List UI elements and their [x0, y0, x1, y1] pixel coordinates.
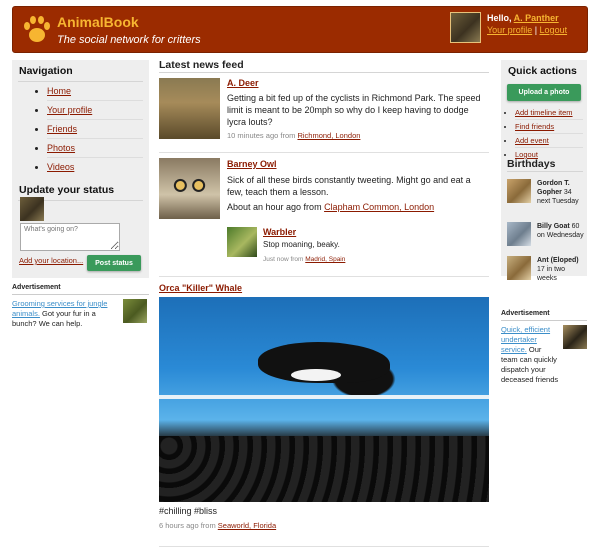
birthdays-heading: Birthdays [507, 158, 556, 170]
nav-link[interactable]: Friends [47, 124, 77, 134]
whale-belly [291, 368, 341, 382]
site-header: AnimalBook The social network for critte… [12, 6, 588, 53]
post-divider [159, 546, 489, 547]
upload-photo-button[interactable]: Upload a photo [507, 84, 581, 101]
post-location-link[interactable]: Richmond, London [297, 131, 360, 140]
post-author-link[interactable]: Barney Owl [227, 159, 277, 169]
right-advertisement: Advertisement Quick, efficient undertake… [501, 310, 587, 385]
post-location-link[interactable]: Clapham Common, London [324, 202, 434, 212]
right-sidebar: Quick actions Upload a photo Add timelin… [501, 60, 587, 282]
post-meta: 10 minutes ago from Richmond, London [227, 131, 360, 140]
birthday-name: Billy Goat [537, 223, 570, 230]
post-text: Sick of all these birds constantly tweet… [227, 175, 471, 197]
post-meta: 6 hours ago from Seaworld, Florida [159, 521, 276, 530]
left-sidebar: Navigation Home Your profile Friends Pho… [12, 60, 149, 278]
quick-action-link[interactable]: Add timeline item [515, 108, 573, 117]
navigation-list: Home Your profile Friends Photos Videos [18, 81, 143, 176]
pool-edge [159, 395, 489, 400]
nav-link[interactable]: Home [47, 86, 71, 96]
your-profile-link[interactable]: Your profile [487, 25, 532, 35]
nav-item-friends: Friends [47, 120, 143, 139]
birthday-entry: Ant (Eloped) 17 in two weeks [537, 256, 585, 283]
nav-item-home: Home [47, 82, 143, 101]
post-text: Getting a bit fed up of the cyclists in … [227, 93, 481, 127]
ad-image[interactable] [123, 299, 147, 323]
feed-divider [159, 72, 489, 73]
navigation-heading: Navigation [19, 65, 73, 77]
nav-link[interactable]: Videos [47, 162, 74, 172]
quick-action-link[interactable]: Add event [515, 136, 549, 145]
birthday-avatar-ant[interactable] [507, 256, 531, 280]
user-avatar[interactable] [450, 12, 481, 43]
quick-action-item: Find friends [515, 120, 583, 134]
reply-time: Just now from [263, 256, 306, 263]
link-separator: | [532, 25, 540, 35]
reply-avatar-warbler[interactable] [227, 227, 257, 257]
site-tagline: The social network for critters [57, 34, 201, 46]
birthday-entry: Billy Goat 60 on Wednesday [537, 222, 585, 240]
quick-action-item: Add event [515, 134, 583, 148]
logout-link[interactable]: Logout [540, 25, 568, 35]
birthday-avatar-goat[interactable] [507, 222, 531, 246]
quick-actions-heading: Quick actions [508, 65, 577, 77]
user-links: Your profile | Logout [487, 25, 567, 35]
nav-item-videos: Videos [47, 158, 143, 176]
reply-text: Stop moaning, beaky. [263, 240, 340, 249]
greeting-text: Hello, [487, 13, 514, 23]
quick-actions-list: Add timeline item Find friends Add event… [507, 106, 583, 161]
reply-location-link[interactable]: Madrid, Spain [305, 256, 345, 263]
birthday-avatar-gopher[interactable] [507, 179, 531, 203]
user-name-link[interactable]: A. Panther [514, 13, 559, 23]
ad-body: Grooming services for jungle animals. Go… [12, 299, 116, 329]
post-photo-orca[interactable] [159, 297, 489, 502]
post-avatar-owl[interactable] [159, 158, 220, 219]
status-input[interactable] [20, 223, 120, 251]
birthday-when: 17 in two weeks [537, 266, 566, 282]
nav-link[interactable]: Photos [47, 143, 75, 153]
post-avatar-deer[interactable] [159, 78, 220, 139]
paw-logo-icon [24, 16, 50, 42]
post-author-link[interactable]: Orca "Killer" Whale [159, 283, 242, 293]
add-location-link[interactable]: Add your location... [19, 256, 83, 265]
left-advertisement: Advertisement Grooming services for jung… [12, 284, 149, 329]
feed-heading: Latest news feed [159, 59, 244, 71]
post-location-link[interactable]: Seaworld, Florida [218, 521, 276, 530]
crowd-silhouettes [159, 436, 489, 502]
ad-body: Quick, efficient undertaker service. Our… [501, 325, 559, 385]
post-caption: #chilling #bliss [159, 506, 218, 516]
ad-link[interactable]: Quick, efficient undertaker service. [501, 325, 550, 354]
site-brand[interactable]: AnimalBook [57, 14, 139, 30]
nav-item-your-profile: Your profile [47, 101, 143, 120]
birthday-entry: Gordon T. Gopher 34 next Tuesday [537, 179, 585, 206]
post-time: 6 hours ago from [159, 521, 218, 530]
birthdays-divider [507, 171, 583, 172]
quick-action-item: Add timeline item [515, 106, 583, 120]
reply-meta: Just now from Madrid, Spain [263, 256, 345, 263]
post-meta: About an hour ago from Clapham Common, L… [227, 201, 434, 213]
post-author-link[interactable]: A. Deer [227, 78, 259, 88]
post-divider [159, 152, 489, 153]
user-greeting: Hello, A. Panther [487, 13, 559, 23]
post-divider [159, 276, 489, 277]
ad-heading: Advertisement [12, 284, 149, 295]
birthday-name: Ant (Eloped) [537, 257, 579, 264]
post-time: 10 minutes ago from [227, 131, 298, 140]
nav-link[interactable]: Your profile [47, 105, 92, 115]
ad-image[interactable] [563, 325, 587, 349]
nav-item-photos: Photos [47, 139, 143, 158]
ad-heading: Advertisement [501, 310, 587, 321]
status-avatar [20, 197, 44, 221]
post-time: About an hour ago from [227, 202, 325, 212]
reply-author-link[interactable]: Warbler [263, 227, 296, 237]
post-status-button[interactable]: Post status [87, 255, 141, 271]
quick-action-link[interactable]: Find friends [515, 122, 554, 131]
